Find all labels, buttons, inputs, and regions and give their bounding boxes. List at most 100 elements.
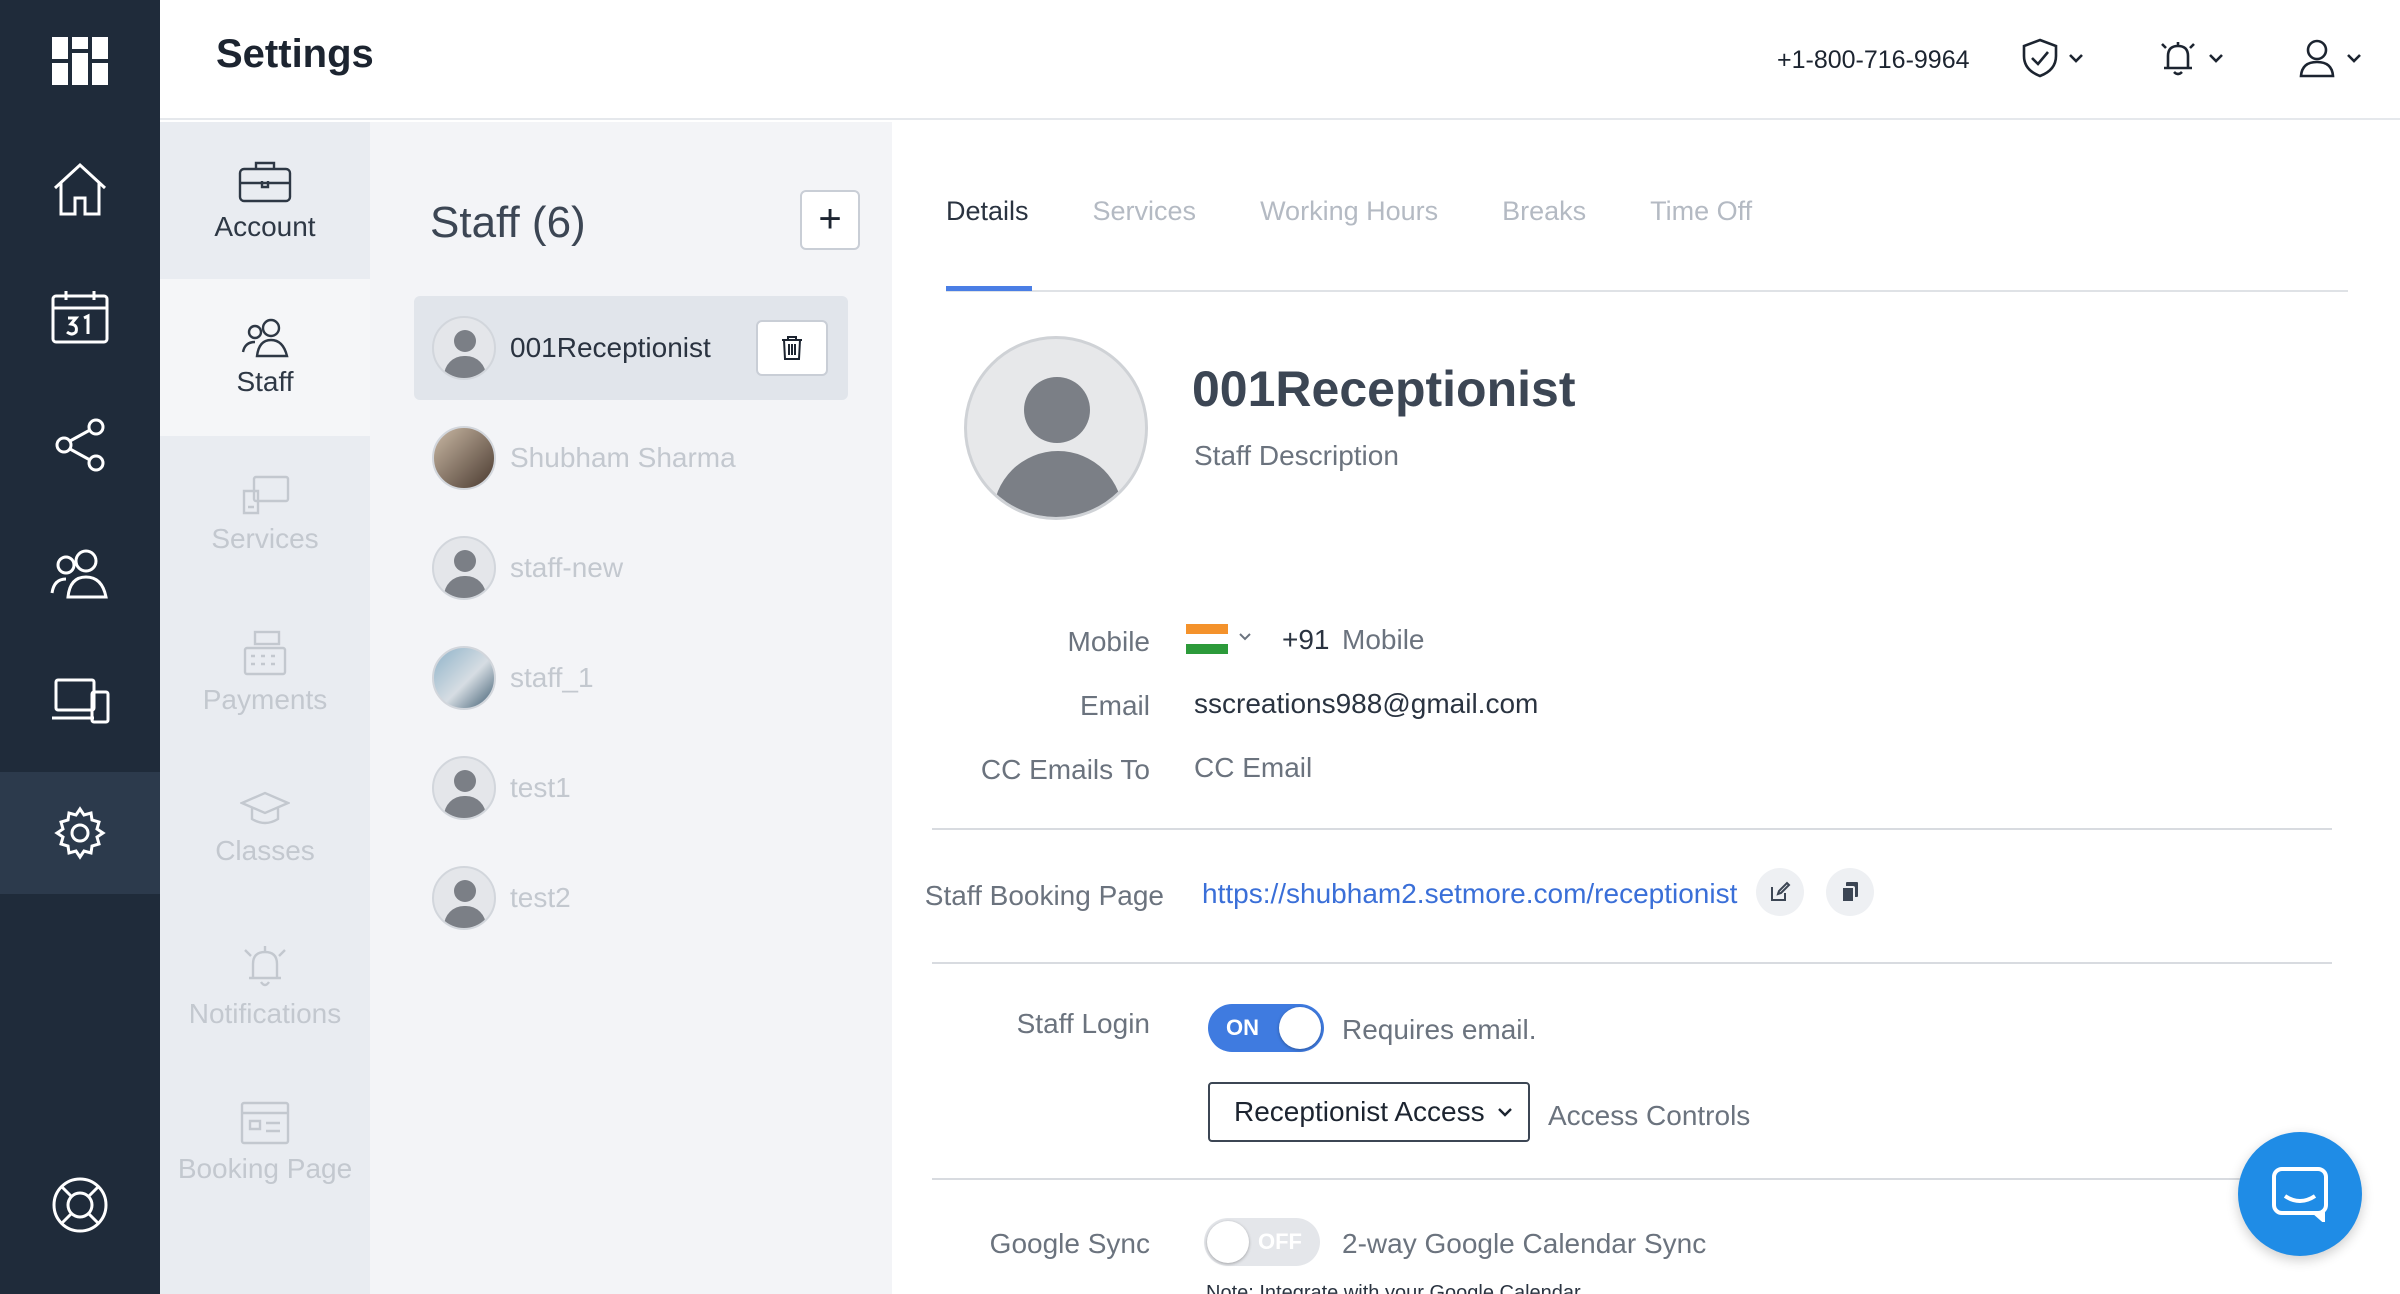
bell-icon [244, 945, 286, 986]
email-field[interactable]: sscreations988@gmail.com [1194, 688, 1538, 720]
subnav-payments[interactable]: Payments [160, 593, 370, 750]
copy-icon [1841, 882, 1858, 903]
staff-name: test1 [510, 772, 571, 803]
trash-icon [782, 336, 802, 360]
profile-menu[interactable] [2298, 38, 2362, 78]
cc-email-field[interactable]: CC Email [1194, 752, 1312, 784]
chevron-down-icon[interactable] [1238, 632, 1252, 642]
subnav-staff[interactable]: Staff [160, 279, 370, 436]
active-tab-indicator [946, 286, 1032, 291]
access-level-select[interactable]: Receptionist Access [1208, 1082, 1530, 1142]
email-label: Email [1079, 690, 1150, 721]
staff-heading: Staff (6) [430, 198, 586, 247]
tabs-divider [946, 290, 2348, 292]
settings-subnav: Account Staff Services Payments Classes … [160, 122, 370, 1294]
chat-button[interactable] [2238, 1132, 2362, 1256]
briefcase-icon [238, 161, 292, 202]
subnav-label: Notifications [188, 997, 342, 1029]
mobile-label: Mobile [1067, 626, 1150, 657]
tab-details[interactable]: Details [946, 196, 1029, 227]
customers-icon[interactable] [0, 512, 160, 634]
staff-list-item[interactable]: staff_1 [414, 626, 848, 730]
staff-name: Shubham Sharma [510, 442, 736, 473]
select-value: Receptionist Access [1234, 1096, 1485, 1127]
home-icon[interactable] [0, 128, 160, 250]
staff-description[interactable]: Staff Description [1194, 440, 1399, 472]
edit-icon [1771, 881, 1791, 901]
calendar-icon[interactable] [0, 256, 160, 378]
notifications-menu[interactable] [2158, 38, 2224, 78]
subnav-classes[interactable]: Classes [160, 750, 370, 907]
booking-page-label: Staff Booking Page [924, 880, 1164, 911]
share-icon[interactable] [0, 384, 160, 506]
services-icon [242, 475, 290, 514]
india-flag-icon[interactable] [1186, 624, 1228, 654]
chevron-down-icon [2069, 54, 2083, 63]
tab-time-off[interactable]: Time Off [1650, 196, 1752, 227]
subnav-label: Booking Page [177, 1152, 353, 1184]
divider [932, 828, 2332, 830]
country-code: +91 [1282, 624, 1330, 655]
logo-icon[interactable] [0, 0, 160, 122]
copy-link-button[interactable] [1826, 868, 1874, 916]
staff-list-item[interactable]: test1 [414, 736, 848, 840]
google-sync-label: Google Sync [989, 1228, 1150, 1259]
staff-name: test2 [510, 882, 571, 913]
avatar [432, 866, 496, 930]
subnav-booking-page[interactable]: Booking Page [160, 1064, 370, 1221]
chevron-down-icon [1497, 1108, 1512, 1117]
subnav-notifications[interactable]: Notifications [160, 907, 370, 1064]
staff-login-toggle[interactable]: ON [1208, 1004, 1324, 1052]
devices-icon[interactable] [0, 640, 160, 762]
staff-list-item[interactable]: Shubham Sharma [414, 406, 848, 510]
staff-name-title[interactable]: 001Receptionist [1192, 360, 1575, 418]
login-note: Requires email. [1342, 1014, 1537, 1045]
staff-list-item[interactable]: 001Receptionist [414, 296, 848, 400]
staff-name: 001Receptionist [510, 332, 711, 363]
detail-tabs: Details Services Working Hours Breaks Ti… [946, 196, 1816, 227]
staff-list-item[interactable]: test2 [414, 846, 848, 950]
add-staff-button[interactable]: + [800, 190, 860, 250]
bell-icon [2161, 42, 2195, 76]
subnav-account[interactable]: Account [160, 122, 370, 279]
staff-name: staff_1 [510, 662, 594, 693]
mobile-field[interactable]: Mobile [1342, 624, 1424, 656]
chat-icon [2272, 1167, 2328, 1222]
google-sync-toggle[interactable]: OFF [1204, 1218, 1320, 1266]
divider [932, 1178, 2332, 1180]
avatar [432, 756, 496, 820]
subnav-label: Services [211, 522, 319, 554]
chevron-down-icon [2209, 54, 2223, 63]
staff-list-item[interactable]: staff-new [414, 516, 848, 620]
tab-working-hours[interactable]: Working Hours [1260, 196, 1438, 227]
shield-icon [2022, 38, 2058, 78]
staff-name: staff-new [510, 552, 624, 583]
graduation-cap-icon [240, 791, 290, 824]
settings-icon[interactable] [0, 772, 160, 894]
booking-page-icon [240, 1101, 290, 1144]
subnav-label: Classes [215, 834, 315, 866]
page-title: Settings [216, 32, 374, 76]
edit-link-button[interactable] [1756, 868, 1804, 916]
support-phone: +1-800-716-9964 [1777, 46, 1970, 74]
access-controls-link[interactable]: Access Controls [1548, 1100, 1750, 1132]
delete-staff-button[interactable] [756, 320, 828, 376]
toggle-state: OFF [1258, 1229, 1302, 1254]
divider [932, 962, 2332, 964]
avatar [432, 426, 496, 490]
security-menu[interactable] [2022, 38, 2084, 78]
avatar [432, 536, 496, 600]
staff-icon [241, 318, 289, 357]
subnav-services[interactable]: Services [160, 436, 370, 593]
booking-page-link[interactable]: https://shubham2.setmore.com/receptionis… [1202, 878, 1737, 910]
cc-emails-label: CC Emails To [980, 754, 1150, 785]
tab-breaks[interactable]: Breaks [1502, 196, 1586, 227]
toggle-state: ON [1226, 1015, 1259, 1040]
user-icon [2299, 39, 2335, 78]
avatar [432, 316, 496, 380]
help-icon[interactable] [0, 1144, 160, 1266]
integrate-note: Note: Integrate with your Google Calenda… [1206, 1282, 1581, 1294]
sync-note: 2-way Google Calendar Sync [1342, 1228, 1707, 1259]
staff-avatar[interactable] [964, 336, 1148, 520]
tab-services[interactable]: Services [1093, 196, 1197, 227]
